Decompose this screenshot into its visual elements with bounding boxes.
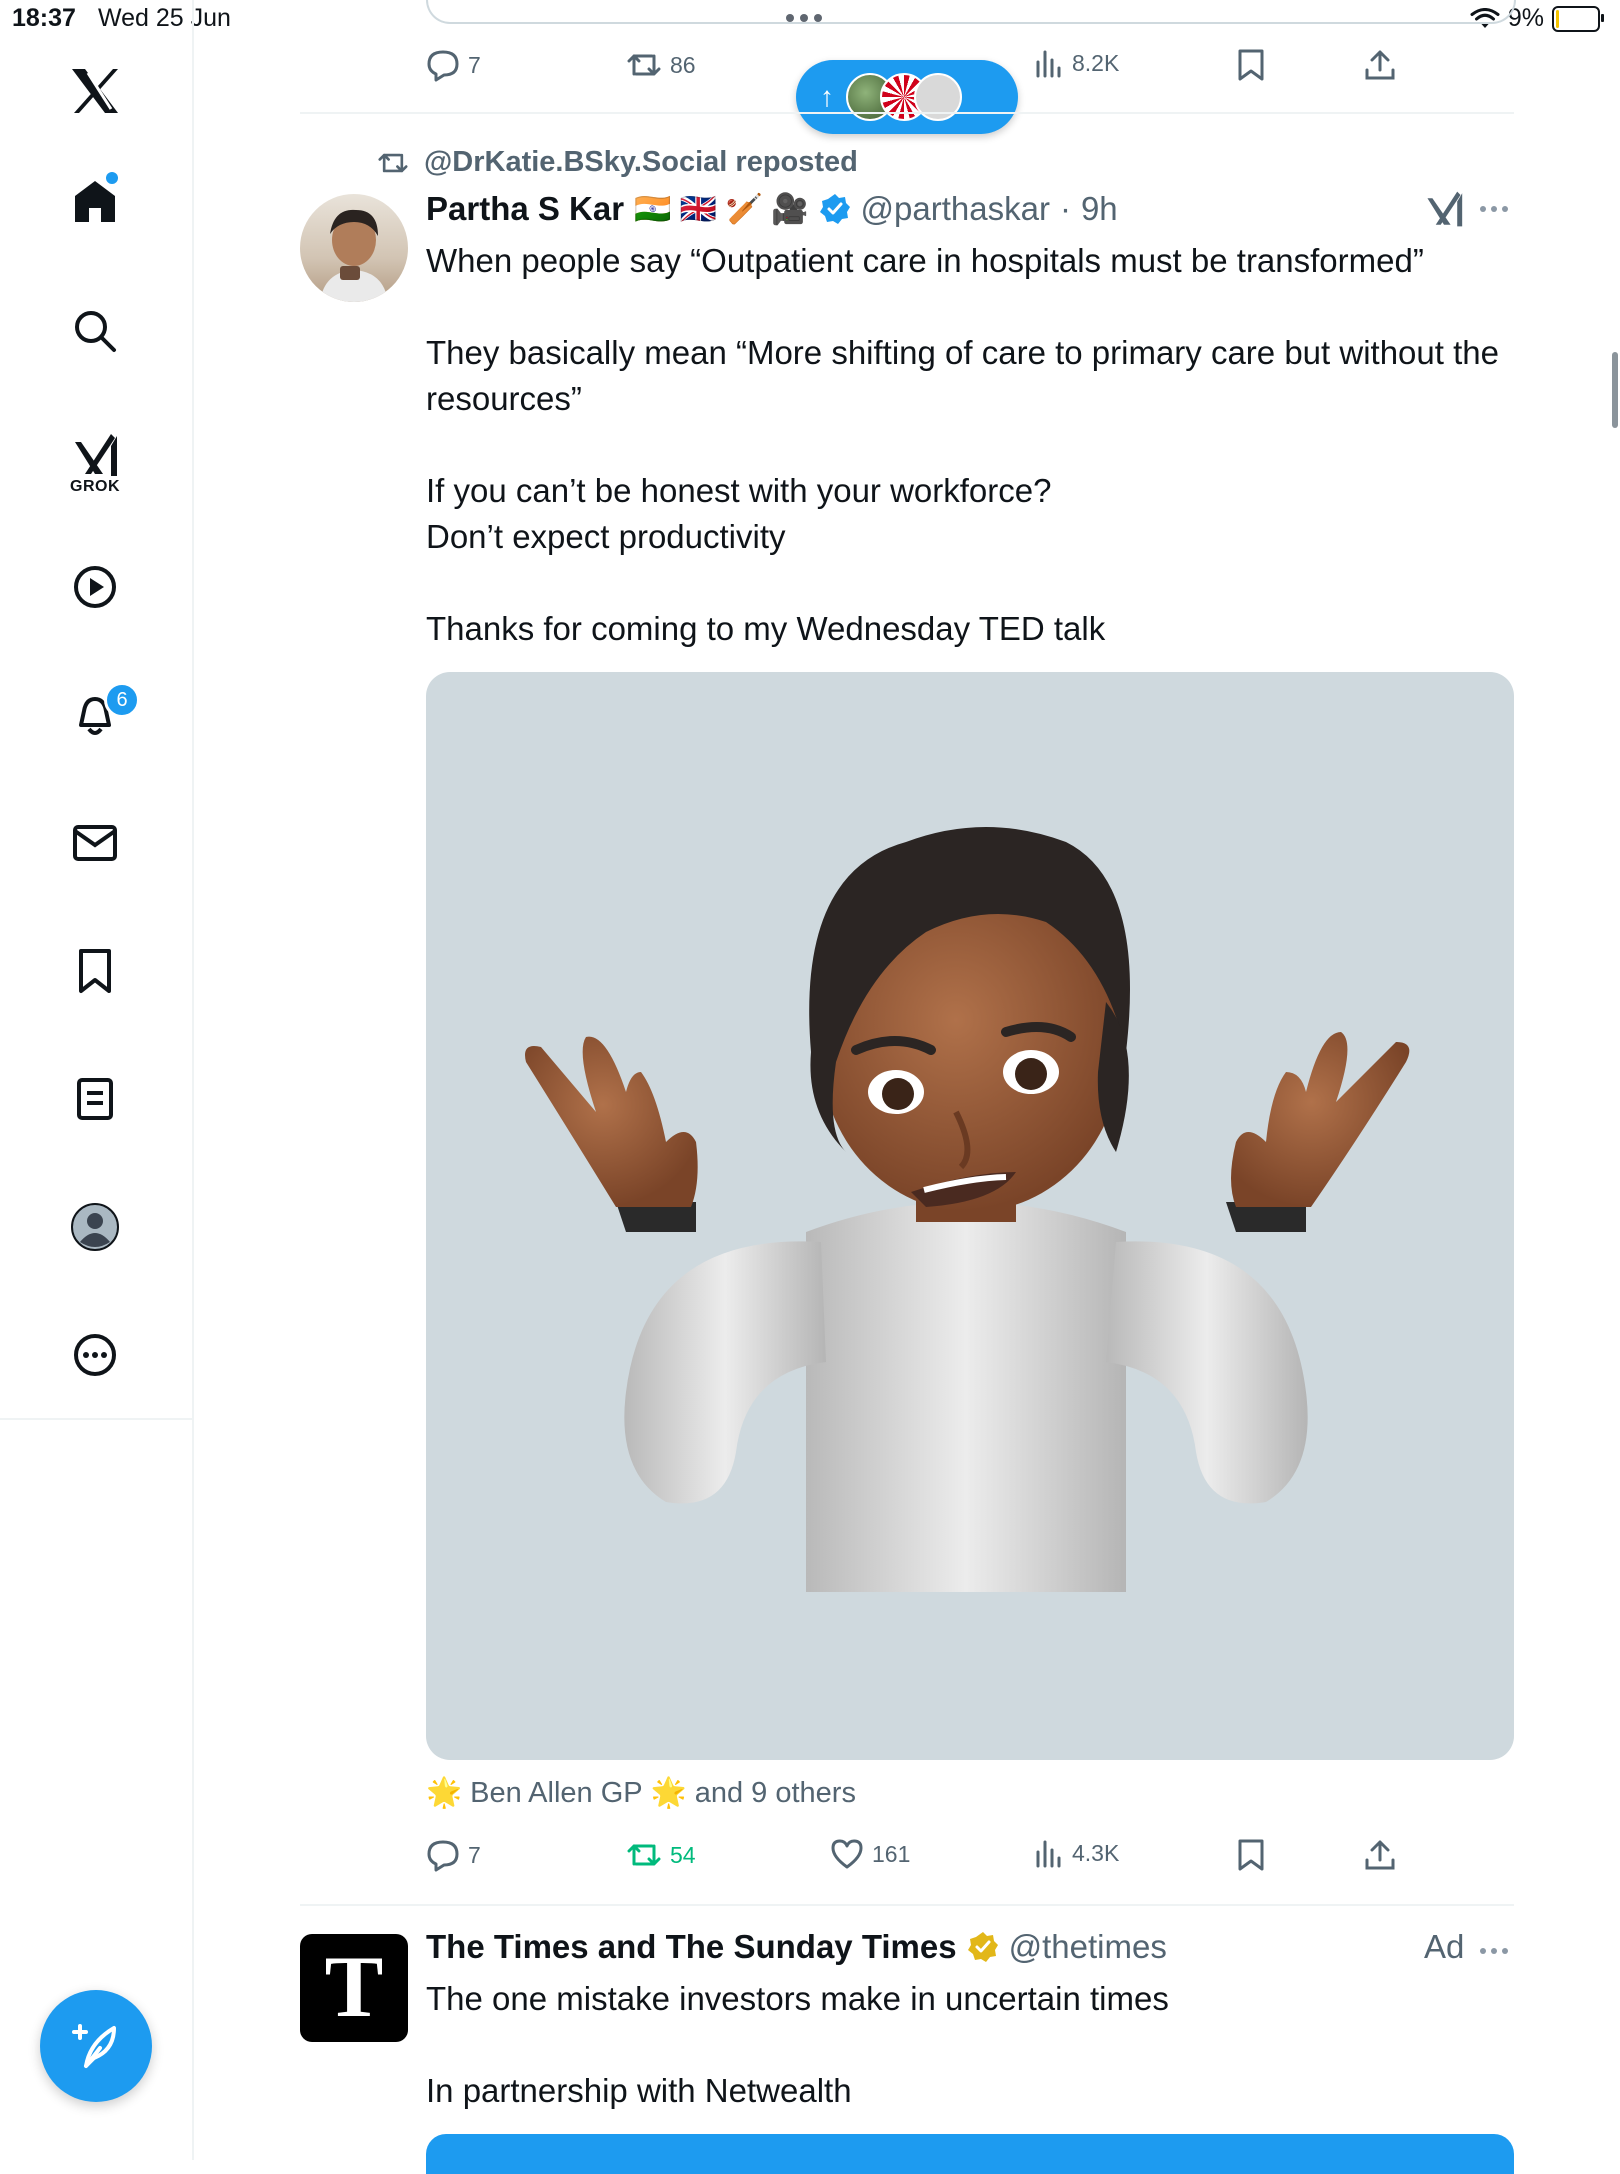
repost-icon — [378, 153, 408, 172]
author-emojis: 🇮🇳 🇬🇧 🏏 🎥 — [634, 192, 809, 226]
repost-button[interactable]: 54 — [626, 1838, 696, 1872]
bookmark-icon — [1238, 1839, 1264, 1871]
repost-count: 54 — [670, 1841, 696, 1868]
reply-icon — [427, 1840, 459, 1872]
author-handle[interactable]: @parthaskar — [861, 190, 1050, 228]
bookmark-button[interactable] — [1236, 1838, 1266, 1877]
liked-by-context[interactable]: 🌟 Ben Allen GP 🌟 and 9 others — [426, 1776, 856, 1810]
sidebar: GROK 6 — [0, 0, 194, 2160]
tweet-more-icon[interactable] — [1480, 206, 1508, 212]
verified-badge-icon — [819, 194, 850, 224]
advertiser-logo-letter: T — [324, 1939, 384, 2036]
advertiser-handle[interactable]: @thetimes — [1009, 1928, 1167, 1966]
prev-views-count: 8.2K — [1072, 49, 1120, 76]
previous-media-card[interactable] — [426, 0, 1516, 24]
memoji-shrug-image — [525, 827, 1410, 1592]
share-icon — [1365, 1840, 1395, 1870]
x-logo-icon[interactable] — [66, 62, 124, 120]
notifications-badge: 6 — [104, 682, 140, 718]
lists-icon[interactable] — [66, 1070, 124, 1128]
like-button[interactable]: 161 — [830, 1838, 910, 1870]
more-icon[interactable] — [66, 1326, 124, 1384]
prev-bookmark-button[interactable] — [1236, 48, 1266, 87]
sidebar-divider — [0, 1418, 192, 1420]
tweet-divider — [300, 1904, 1514, 1906]
heart-icon — [831, 1839, 863, 1869]
advertiser-name[interactable]: The Times and The Sunday Times — [426, 1928, 957, 1966]
advertiser-logo[interactable]: T — [300, 1934, 408, 2042]
verified-gold-badge-icon — [967, 1932, 998, 1962]
ad-label: Ad — [1424, 1928, 1465, 1965]
prev-share-button[interactable] — [1364, 48, 1396, 87]
like-count: 161 — [872, 1840, 911, 1867]
compose-post-button[interactable] — [40, 1990, 152, 2102]
star-icon: 🌟 — [426, 1777, 463, 1809]
share-button[interactable] — [1364, 1838, 1396, 1877]
views-count: 4.3K — [1072, 1839, 1120, 1866]
messages-icon[interactable] — [66, 814, 124, 872]
compose-feather-icon — [72, 2024, 116, 2068]
star-icon: 🌟 — [650, 1777, 687, 1809]
reply-count: 7 — [468, 1841, 481, 1868]
header-separator: · — [1059, 190, 1071, 227]
repost-by-label: @DrKatie.BSky.Social reposted — [424, 146, 858, 178]
profile-icon[interactable] — [66, 1198, 124, 1256]
grok-icon[interactable]: GROK — [66, 424, 124, 504]
bookmark-icon — [1238, 49, 1264, 81]
repost-icon — [627, 54, 661, 76]
views-button[interactable]: 4.3K — [1034, 1838, 1119, 1868]
prev-reply-button[interactable]: 7 — [426, 48, 481, 82]
repost-context[interactable]: @DrKatie.BSky.Social reposted — [376, 146, 858, 179]
tweet-header: Partha S Kar 🇮🇳 🇬🇧 🏏 🎥 @parthaskar · 9h — [426, 190, 1118, 228]
liked-by-rest: and 9 others — [694, 1776, 856, 1809]
prev-reply-count: 7 — [468, 51, 481, 78]
share-icon — [1365, 50, 1395, 80]
prev-repost-button[interactable]: 86 — [626, 48, 696, 82]
views-icon — [1036, 1840, 1061, 1868]
tweet-text: When people say “Outpatient care in hosp… — [426, 242, 1499, 647]
tweet-time[interactable]: 9h — [1081, 190, 1118, 228]
grok-explain-icon[interactable] — [1424, 190, 1464, 233]
bookmarks-icon[interactable] — [66, 942, 124, 1000]
tweet-media-image[interactable] — [426, 672, 1514, 1760]
up-arrow-icon: ↑ — [820, 81, 834, 112]
author-name[interactable]: Partha S Kar — [426, 190, 624, 228]
reply-icon — [427, 50, 459, 82]
battery-icon — [1552, 5, 1604, 32]
scrollbar[interactable] — [1612, 352, 1618, 428]
tweet-divider — [300, 112, 1514, 114]
reply-button[interactable]: 7 — [426, 1838, 481, 1872]
author-avatar[interactable] — [300, 194, 408, 302]
ad-text: The one mistake investors make in uncert… — [426, 1980, 1169, 2109]
home-unread-dot — [106, 172, 118, 184]
prev-repost-count: 86 — [670, 51, 696, 78]
ad-more-icon[interactable] — [1480, 1948, 1508, 1954]
views-icon — [1036, 50, 1061, 78]
prev-views-button[interactable]: 8.2K — [1034, 48, 1119, 78]
ad-cta-card[interactable] — [426, 2134, 1514, 2174]
ad-header: The Times and The Sunday Times @thetimes — [426, 1928, 1167, 1966]
new-posts-pill[interactable]: ↑ — [796, 60, 1018, 134]
grok-label: GROK — [70, 478, 120, 495]
search-icon[interactable] — [66, 302, 124, 360]
liked-by-name: Ben Allen GP — [470, 1776, 643, 1809]
video-icon[interactable] — [66, 558, 124, 616]
repost-icon — [627, 1844, 661, 1866]
